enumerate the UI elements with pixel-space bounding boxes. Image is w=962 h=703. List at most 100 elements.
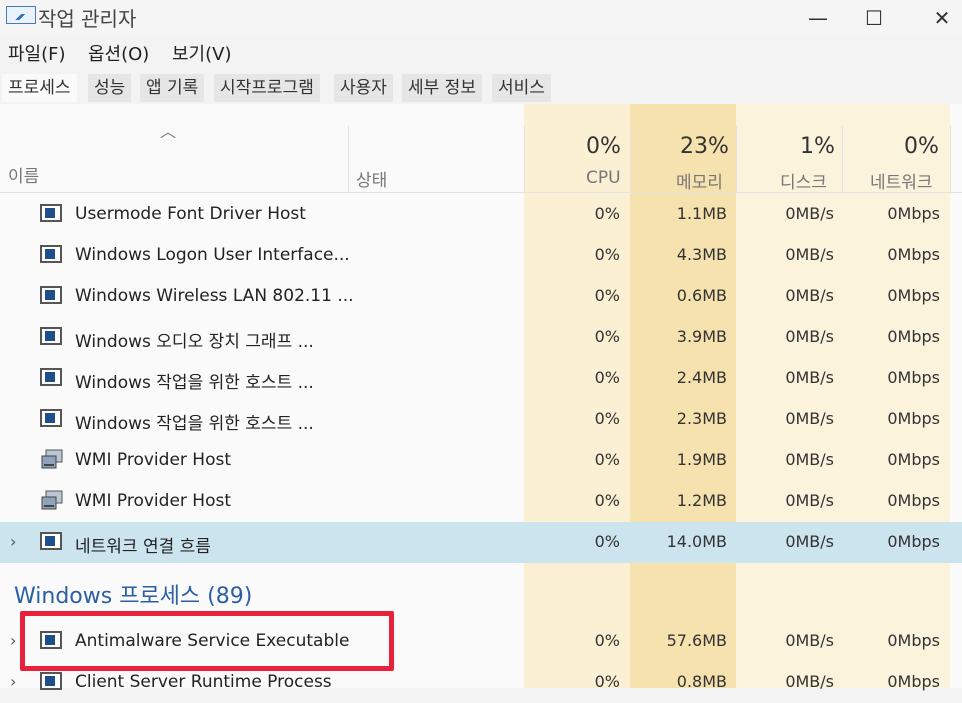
network-value: 0Mbps	[887, 532, 940, 551]
table-row[interactable]: Windows 작업을 위한 호스트 ... 0% 2.3MB 0MB/s 0Mbps	[0, 399, 962, 440]
window-icon	[40, 368, 62, 386]
expand-chevron-icon[interactable]: ›	[10, 532, 16, 551]
expand-chevron-icon[interactable]: ›	[10, 631, 16, 650]
network-value: 0Mbps	[887, 491, 940, 510]
process-name: Windows Wireless LAN 802.11 ...	[75, 286, 354, 306]
window-icon	[40, 327, 62, 345]
title-bar: 작업 관리자 — ☐ ✕	[0, 0, 962, 36]
memory-value: 3.9MB	[676, 327, 727, 346]
column-header-status[interactable]: 상태	[356, 166, 387, 191]
cpu-value: 0%	[594, 450, 620, 469]
disk-usage-total: 1%	[800, 134, 835, 159]
column-header-disk[interactable]: 디스크	[780, 168, 827, 193]
disk-value: 0MB/s	[785, 532, 834, 551]
window-icon	[40, 245, 62, 263]
network-value: 0Mbps	[887, 631, 940, 650]
table-row[interactable]: Windows 오디오 장치 그래프 ... 0% 3.9MB 0MB/s 0Mbps	[0, 317, 962, 358]
header-divider	[0, 192, 962, 193]
table-row[interactable]: WMI Provider Host 0% 1.2MB 0MB/s 0Mbps	[0, 481, 962, 522]
network-value: 0Mbps	[887, 450, 940, 469]
process-name: Windows 오디오 장치 그래프 ...	[75, 332, 314, 352]
network-value: 0Mbps	[887, 368, 940, 387]
disk-value: 0MB/s	[785, 409, 834, 428]
disk-value: 0MB/s	[785, 286, 834, 305]
menu-file[interactable]: 파일(F)	[8, 40, 66, 66]
column-header-cpu[interactable]: CPU	[586, 168, 621, 188]
cpu-value: 0%	[594, 672, 620, 691]
process-name: Usermode Font Driver Host	[75, 204, 306, 224]
process-name: WMI Provider Host	[75, 450, 231, 470]
tab-app-history[interactable]: 앱 기록	[140, 74, 205, 102]
column-separator	[842, 126, 843, 192]
column-header-name[interactable]: 이름	[8, 162, 39, 187]
tab-services[interactable]: 서비스	[492, 74, 551, 102]
tab-details[interactable]: 세부 정보	[402, 74, 482, 102]
tab-users[interactable]: 사용자	[334, 74, 393, 102]
window-title: 작업 관리자	[38, 7, 137, 31]
minimize-button[interactable]: —	[798, 4, 838, 32]
column-separator	[630, 126, 631, 192]
table-row[interactable]: › 네트워크 연결 흐름 0% 14.0MB 0MB/s 0Mbps	[0, 522, 962, 563]
menu-options[interactable]: 옵션(O)	[88, 40, 149, 66]
wmi-icon	[40, 448, 64, 470]
network-value: 0Mbps	[887, 409, 940, 428]
network-value: 0Mbps	[887, 204, 940, 223]
memory-usage-total: 23%	[680, 134, 729, 159]
network-value: 0Mbps	[887, 286, 940, 305]
window-icon	[40, 672, 62, 690]
expand-chevron-icon[interactable]: ›	[10, 672, 16, 691]
column-header-memory[interactable]: 메모리	[676, 168, 723, 193]
network-value: 0Mbps	[887, 327, 940, 346]
cpu-value: 0%	[594, 491, 620, 510]
menu-bar: 파일(F) 옵션(O) 보기(V)	[0, 38, 962, 66]
column-separator	[736, 126, 737, 192]
cpu-value: 0%	[594, 204, 620, 223]
cpu-usage-total: 0%	[586, 134, 621, 159]
table-row[interactable]: Windows Logon User Interface... 0% 4.3MB 0M…	[0, 235, 962, 276]
memory-value: 0.8MB	[676, 672, 727, 691]
memory-value: 2.4MB	[676, 368, 727, 387]
column-header-network[interactable]: 네트워크	[870, 168, 933, 193]
memory-value: 4.3MB	[676, 245, 727, 264]
table-row[interactable]: Windows Wireless LAN 802.11 ... 0% 0.6MB 0M…	[0, 276, 962, 317]
memory-value: 2.3MB	[676, 409, 727, 428]
maximize-button[interactable]: ☐	[854, 4, 894, 32]
table-row[interactable]: Usermode Font Driver Host 0% 1.1MB 0MB/s 0Mb…	[0, 194, 962, 235]
table-row[interactable]: WMI Provider Host 0% 1.9MB 0MB/s 0Mbps	[0, 440, 962, 481]
cpu-value: 0%	[594, 327, 620, 346]
cpu-value: 0%	[594, 245, 620, 264]
cpu-value: 0%	[594, 368, 620, 387]
disk-value: 0MB/s	[785, 327, 834, 346]
memory-value: 1.1MB	[676, 204, 727, 223]
process-name: WMI Provider Host	[75, 491, 231, 511]
sort-up-icon: ︿	[160, 122, 177, 141]
disk-value: 0MB/s	[785, 450, 834, 469]
network-value: 0Mbps	[887, 245, 940, 264]
column-separator	[950, 126, 951, 192]
tab-performance[interactable]: 성능	[88, 74, 132, 102]
wmi-icon	[40, 489, 64, 511]
memory-value: 1.2MB	[676, 491, 727, 510]
disk-value: 0MB/s	[785, 368, 834, 387]
table-row[interactable]: Windows 작업을 위한 호스트 ... 0% 2.4MB 0MB/s 0Mbps	[0, 358, 962, 399]
column-separator	[348, 126, 349, 192]
task-manager-icon	[6, 6, 36, 24]
group-header-windows-processes[interactable]: Windows 프로세스 (89)	[14, 578, 252, 610]
process-name: Windows 작업을 위한 호스트 ...	[75, 373, 314, 393]
disk-value: 0MB/s	[785, 672, 834, 691]
window-icon	[40, 204, 62, 222]
network-value: 0Mbps	[887, 672, 940, 691]
red-highlight-box	[20, 611, 394, 671]
process-name: Windows Logon User Interface...	[75, 245, 350, 265]
process-table: ︿ 이름 상태 0% CPU 23% 메모리 1% 디스크 0% 네트워크 Us…	[0, 104, 962, 692]
close-button[interactable]: ✕	[922, 4, 962, 32]
cpu-value: 0%	[594, 532, 620, 551]
process-name: 네트워크 연결 흐름	[75, 537, 211, 557]
network-usage-total: 0%	[904, 134, 939, 159]
menu-view[interactable]: 보기(V)	[172, 40, 231, 66]
tab-bar: 프로세스 성능 앱 기록 시작프로그램 사용자 세부 정보 서비스	[0, 70, 962, 104]
tab-processes[interactable]: 프로세스	[2, 74, 77, 102]
tab-startup[interactable]: 시작프로그램	[214, 74, 320, 102]
window-icon	[40, 286, 62, 304]
window-icon	[40, 532, 62, 550]
